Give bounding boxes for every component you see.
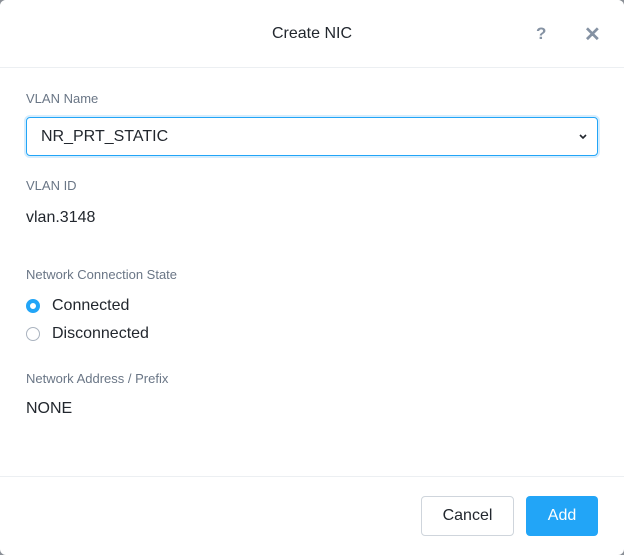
radio-unselected-icon[interactable] (26, 327, 40, 341)
vlan-id-value: vlan.3148 (26, 209, 96, 226)
vlan-name-value: NR_PRT_STATIC (41, 128, 169, 145)
radio-connected[interactable]: Connected (26, 297, 129, 315)
vlan-name-select[interactable]: NR_PRT_STATIC (26, 117, 598, 156)
dialog-header: Create NIC ? ✕ (0, 0, 624, 68)
dialog-footer: Cancel Add (0, 476, 624, 555)
network-address-label: Network Address / Prefix (26, 371, 169, 386)
cancel-button[interactable]: Cancel (421, 496, 514, 536)
add-button[interactable]: Add (526, 496, 598, 536)
vlan-id-label: VLAN ID (26, 178, 77, 193)
radio-disconnected[interactable]: Disconnected (26, 325, 149, 343)
dialog-title: Create NIC (271, 25, 353, 42)
connection-state-label: Network Connection State (26, 267, 178, 282)
network-address-value: NONE (26, 400, 73, 417)
radio-label: Connected (52, 297, 130, 314)
radio-selected-icon[interactable] (26, 299, 40, 313)
radio-label: Disconnected (52, 325, 149, 342)
chevron-down-icon (579, 134, 587, 140)
close-icon[interactable]: ✕ (584, 22, 601, 47)
vlan-name-label: VLAN Name (26, 91, 99, 106)
help-icon[interactable]: ? (536, 24, 546, 44)
create-nic-dialog: Create NIC ? ✕ VLAN Name NR_PRT_STATIC V… (0, 0, 624, 555)
